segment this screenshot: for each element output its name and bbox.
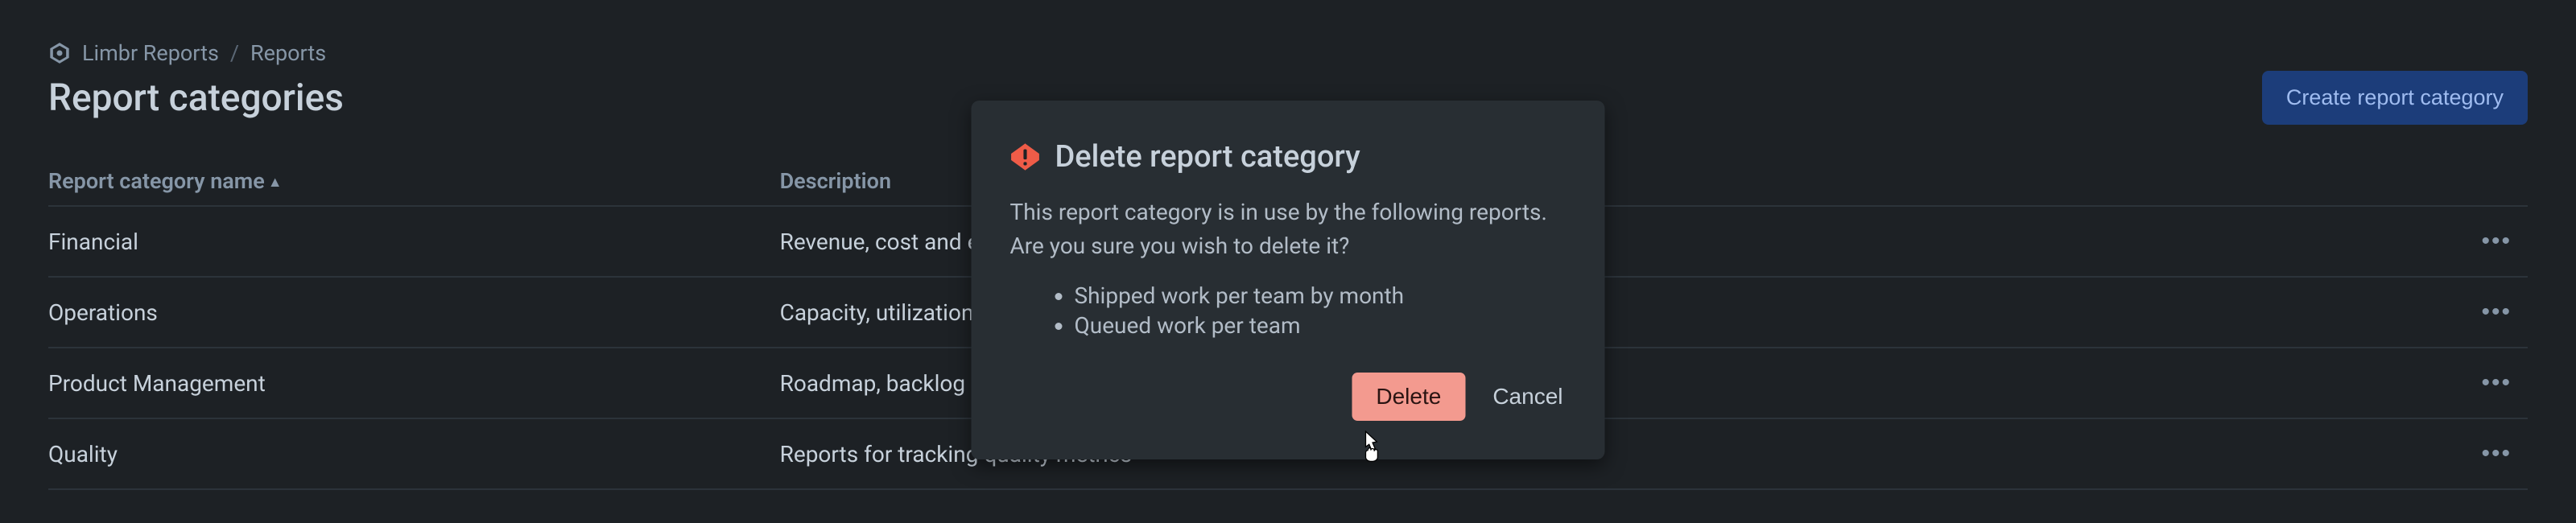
cell-name[interactable]: Product Management — [48, 348, 780, 418]
col-name-label: Report category name — [48, 168, 265, 194]
modal-title: Delete report category — [1055, 139, 1360, 175]
page-title: Report categories — [48, 76, 344, 120]
row-actions-button[interactable]: ••• — [2475, 366, 2518, 400]
row-actions-button[interactable]: ••• — [2475, 295, 2518, 329]
list-item: Shipped work per team by month — [1075, 281, 1567, 311]
delete-category-modal: Delete report category This report categ… — [972, 101, 1605, 459]
cell-name[interactable]: Quality — [48, 418, 780, 489]
delete-button[interactable]: Delete — [1352, 373, 1465, 421]
affected-reports-list: Shipped work per team by month Queued wo… — [1010, 281, 1567, 340]
breadcrumb-app[interactable]: Limbr Reports — [82, 40, 219, 66]
breadcrumb-section[interactable]: Reports — [250, 40, 326, 66]
cell-name[interactable]: Operations — [48, 277, 780, 348]
modal-message: This report category is in use by the fo… — [1010, 196, 1567, 263]
row-actions-button[interactable]: ••• — [2475, 437, 2518, 471]
col-actions — [2447, 168, 2528, 206]
sort-asc-icon: ▲ — [268, 174, 283, 191]
app-logo-icon — [48, 42, 71, 64]
list-item: Queued work per team — [1075, 311, 1567, 340]
breadcrumb-sep: / — [230, 40, 239, 66]
row-actions-button[interactable]: ••• — [2475, 224, 2518, 258]
warning-icon — [1010, 142, 1041, 172]
cancel-button[interactable]: Cancel — [1489, 373, 1566, 421]
cell-name[interactable]: Financial — [48, 206, 780, 277]
breadcrumb: Limbr Reports / Reports — [48, 40, 2528, 66]
create-report-category-button[interactable]: Create report category — [2262, 71, 2528, 125]
col-name[interactable]: Report category name▲ — [48, 168, 780, 206]
